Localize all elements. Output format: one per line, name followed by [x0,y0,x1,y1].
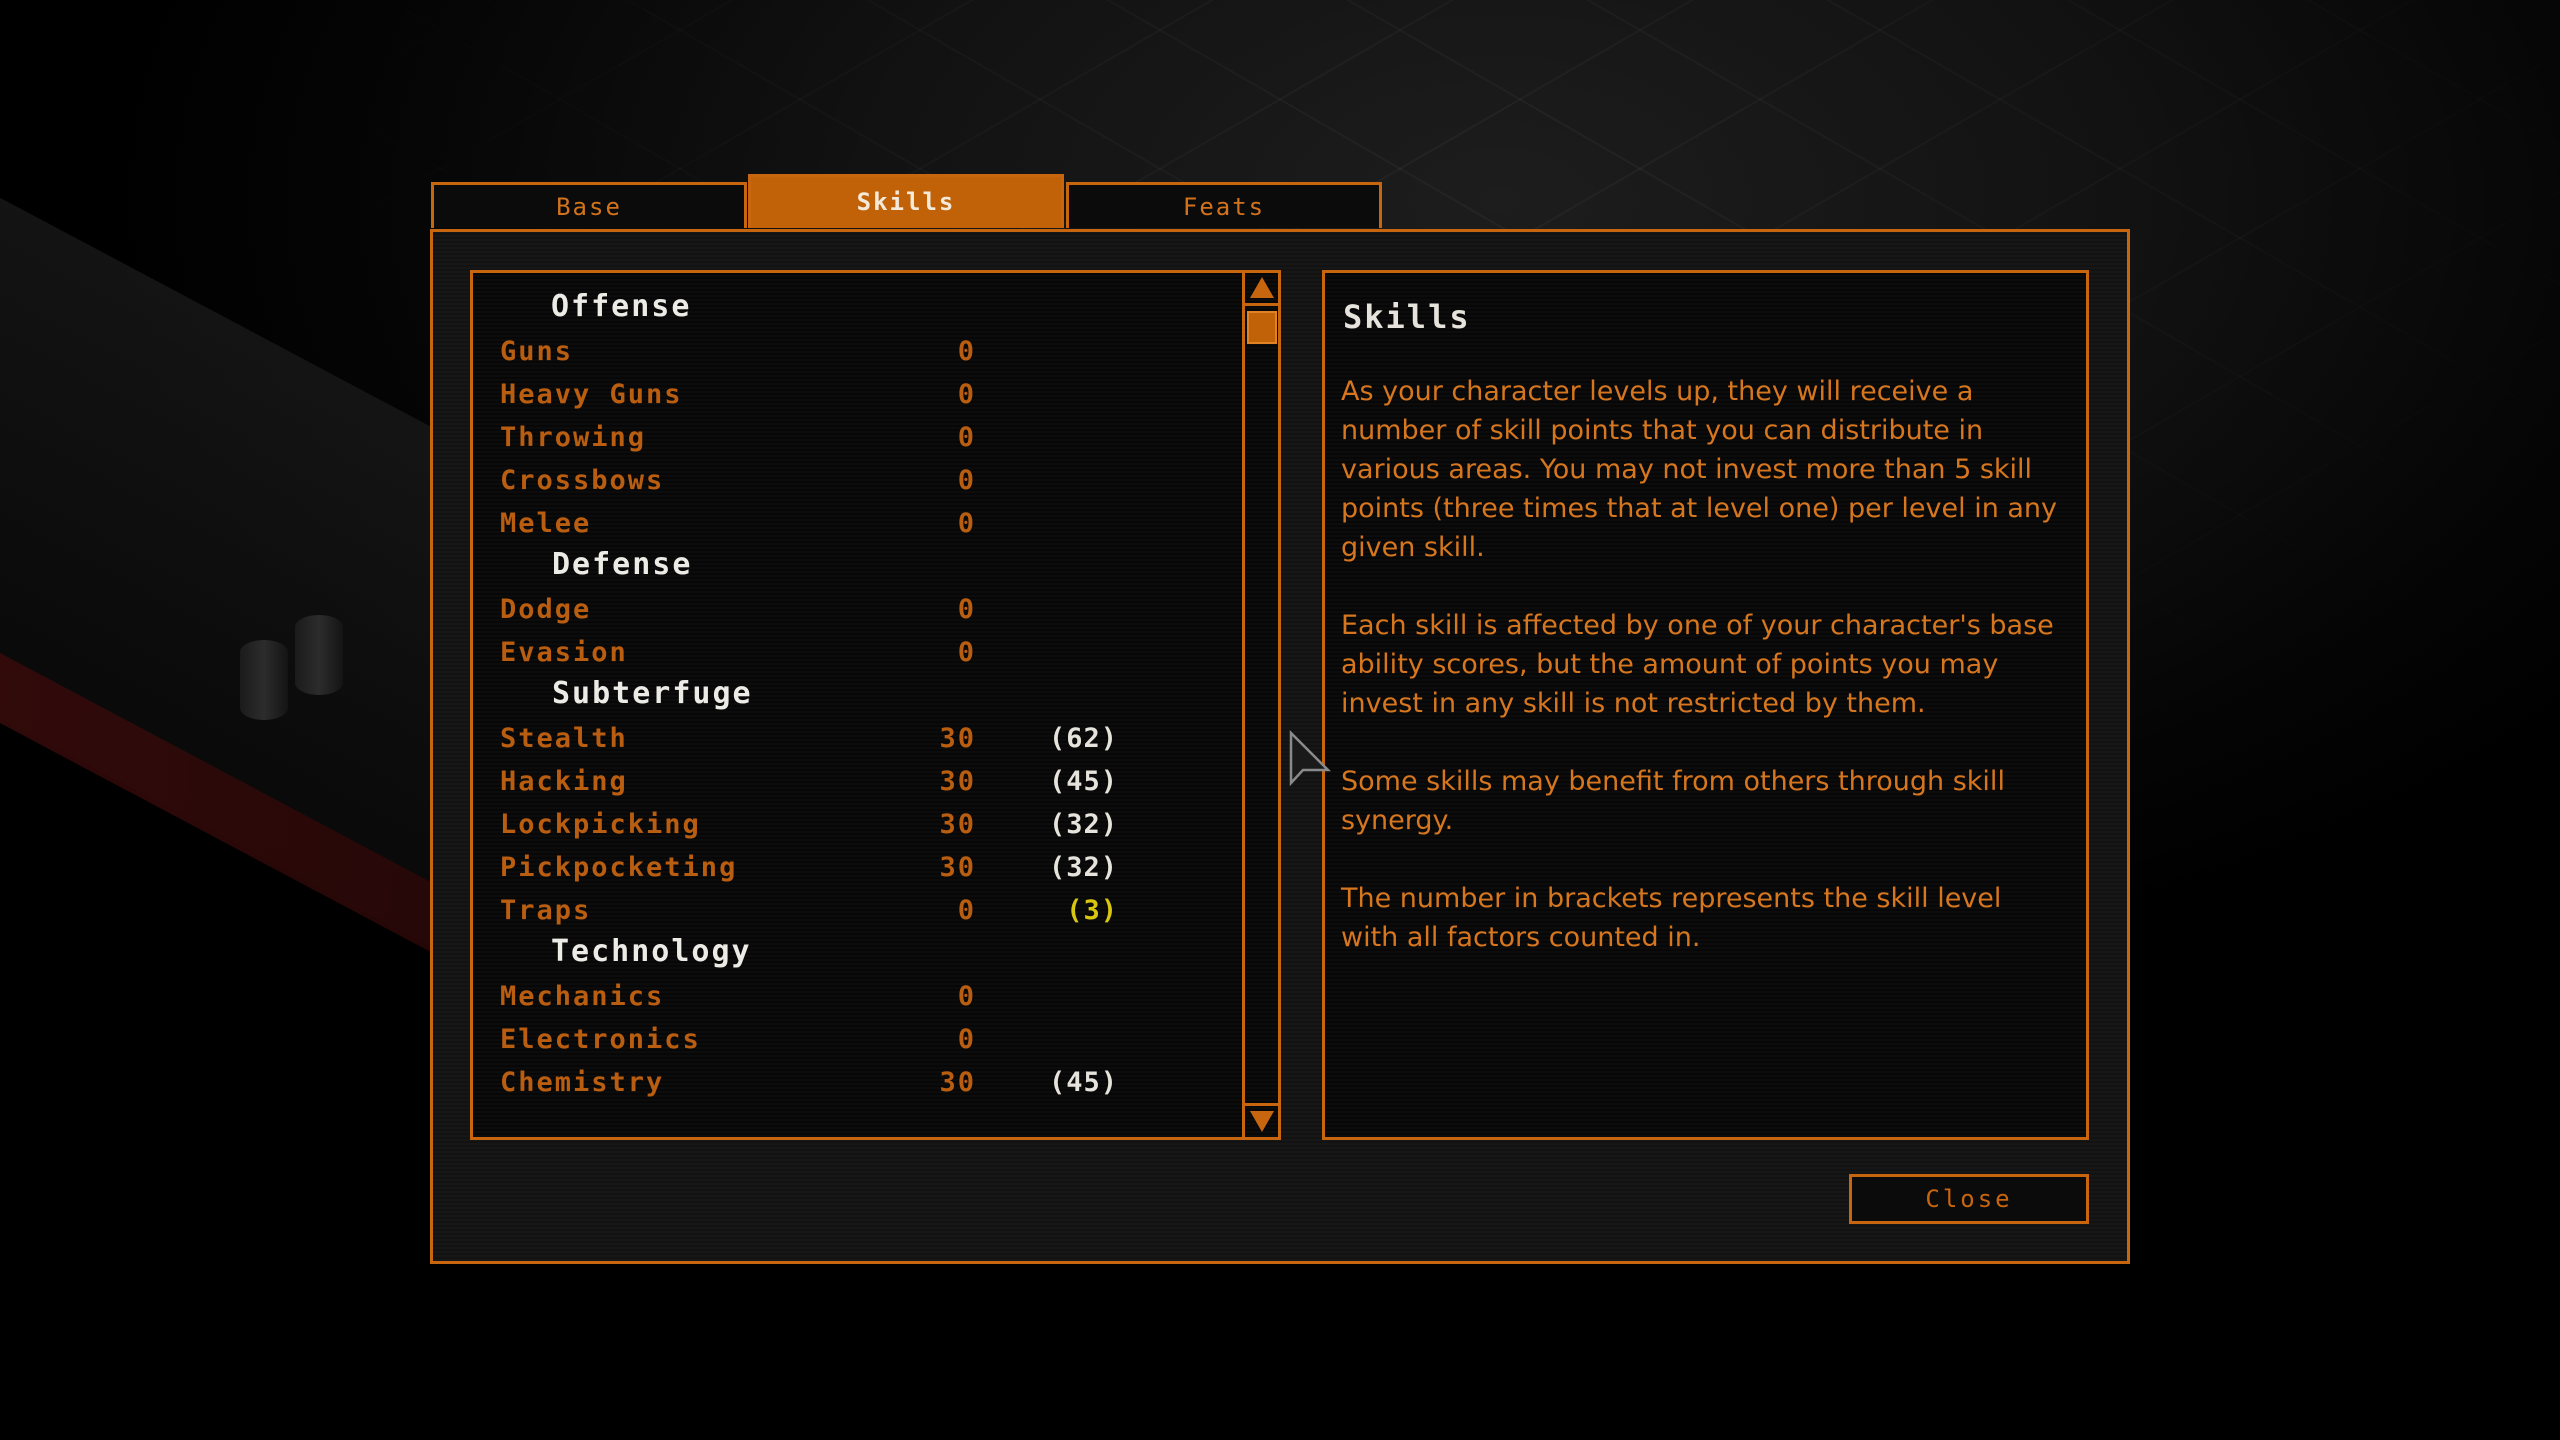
skill-row-dodge[interactable]: Dodge 0 [500,594,1140,634]
skill-row-lockpicking[interactable]: Lockpicking 30 (32) [500,809,1140,849]
skill-value: 30 [939,766,976,797]
skill-row-stealth[interactable]: Stealth 30 (62) [500,723,1140,763]
category-offense: Offense [551,289,692,324]
skill-row-guns[interactable]: Guns 0 [500,336,1140,376]
skill-name: Mechanics [500,981,665,1012]
skill-value: 30 [939,852,976,883]
skill-row-chemistry[interactable]: Chemistry 30 (45) [500,1067,1140,1107]
scrollbar-divider-top [1242,303,1281,306]
skill-row-crossbows[interactable]: Crossbows 0 [500,465,1140,505]
skill-value: 30 [939,1067,976,1098]
skill-row-melee[interactable]: Melee 0 [500,508,1140,548]
barrel [295,615,343,695]
scrollbar-thumb[interactable] [1247,311,1277,344]
skill-value: 0 [957,465,976,496]
skill-name: Hacking [500,766,628,797]
description-paragraph: As your character levels up, they will r… [1341,376,2058,563]
scroll-up-arrow-icon[interactable] [1248,274,1276,302]
skill-name: Stealth [500,723,628,754]
skill-row-traps[interactable]: Traps 0 (3) [500,895,1140,935]
skill-name: Traps [500,895,592,926]
category-technology: Technology [551,934,752,969]
skill-name: Evasion [500,637,628,668]
skill-row-electronics[interactable]: Electronics 0 [500,1024,1140,1064]
skill-total: (62) [1048,723,1118,754]
skill-row-evasion[interactable]: Evasion 0 [500,637,1140,677]
skill-name: Crossbows [500,465,665,496]
skill-value: 0 [957,895,976,926]
skill-row-mechanics[interactable]: Mechanics 0 [500,981,1140,1021]
skill-name: Throwing [500,422,647,453]
skill-name: Lockpicking [500,809,701,840]
skill-total: (45) [1048,766,1118,797]
skill-total: (32) [1048,809,1118,840]
skill-list-scrollbar[interactable] [1242,270,1281,1140]
close-button[interactable]: Close [1849,1174,2089,1224]
skill-total: (3) [1066,895,1118,926]
skill-value: 0 [957,379,976,410]
skill-name: Guns [500,336,574,367]
description-paragraph: The number in brackets represents the sk… [1341,883,2002,953]
description-paragraph: Each skill is affected by one of your ch… [1341,610,2054,719]
category-subterfuge: Subterfuge [552,676,753,711]
mouse-cursor-icon [1289,730,1332,787]
skill-name: Melee [500,508,592,539]
skill-total: (32) [1048,852,1118,883]
skill-value: 0 [957,508,976,539]
scroll-down-arrow-icon[interactable] [1248,1107,1276,1135]
skill-total: (45) [1048,1067,1118,1098]
skill-value: 0 [957,594,976,625]
description-paragraph: Some skills may benefit from others thro… [1341,766,2005,836]
scrollbar-divider-bottom [1242,1103,1281,1106]
skill-name: Heavy Guns [500,379,683,410]
skill-value: 0 [957,981,976,1012]
skill-value: 30 [939,809,976,840]
tab-base[interactable]: Base [431,182,747,228]
skill-name: Pickpocketing [500,852,738,883]
tab-skills[interactable]: Skills [748,174,1064,228]
skill-value: 0 [957,422,976,453]
barrel [240,640,288,720]
skill-row-hacking[interactable]: Hacking 30 (45) [500,766,1140,806]
skill-value: 0 [957,1024,976,1055]
skill-value: 0 [957,336,976,367]
skill-name: Chemistry [500,1067,665,1098]
skill-name: Electronics [500,1024,701,1055]
skill-value: 30 [939,723,976,754]
category-defense: Defense [552,547,693,582]
tab-feats[interactable]: Feats [1066,182,1382,228]
description-title: Skills [1343,298,1471,336]
skill-row-pickpocketing[interactable]: Pickpocketing 30 (32) [500,852,1140,892]
skill-row-throwing[interactable]: Throwing 0 [500,422,1140,462]
skill-name: Dodge [500,594,592,625]
skill-value: 0 [957,637,976,668]
skill-row-heavy-guns[interactable]: Heavy Guns 0 [500,379,1140,419]
